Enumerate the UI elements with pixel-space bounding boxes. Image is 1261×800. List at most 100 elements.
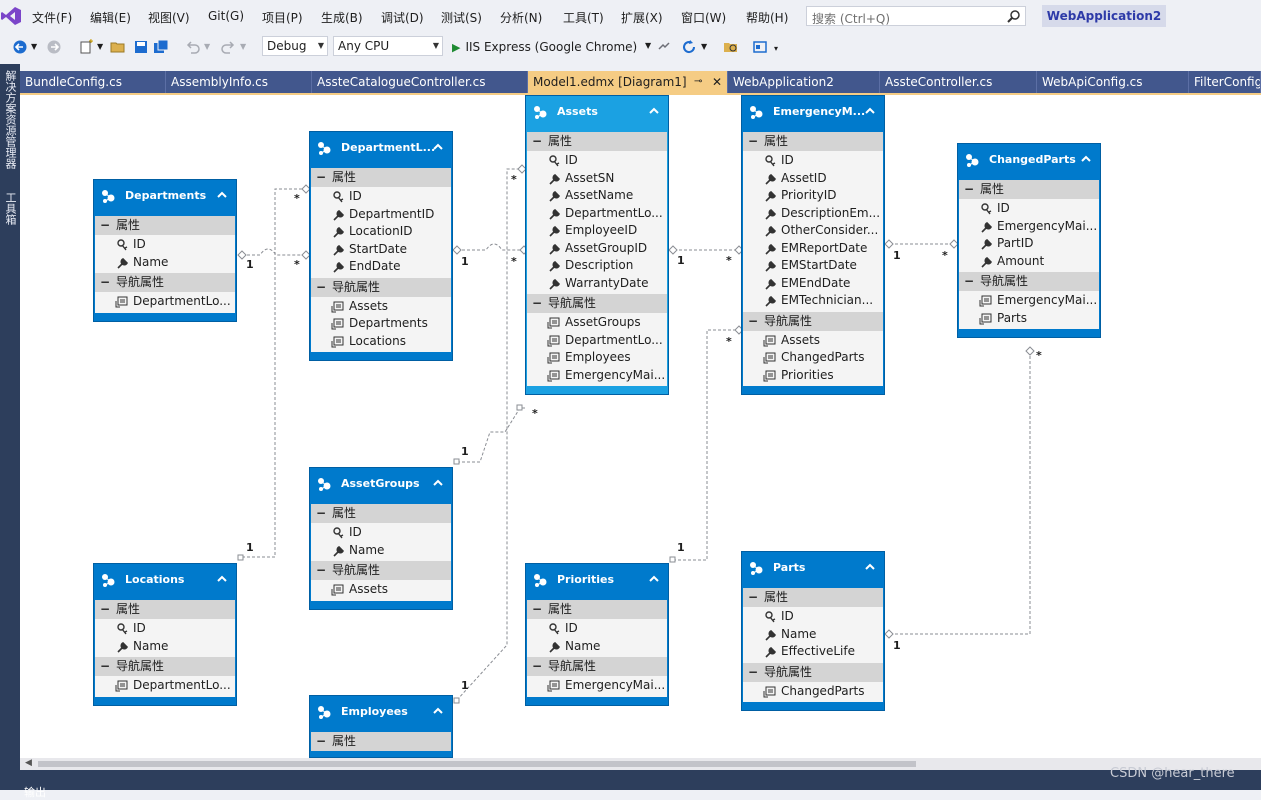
collapse-section-icon[interactable]: − (748, 588, 758, 607)
property-row[interactable]: ID (95, 620, 235, 638)
entity-header[interactable]: Departments (94, 180, 236, 216)
menu-item[interactable]: 工具(T) (563, 9, 604, 26)
properties-section-header[interactable]: − 属性 (743, 132, 883, 151)
collapse-section-icon[interactable]: − (532, 657, 542, 676)
menu-item[interactable]: 测试(S) (441, 9, 482, 26)
entity-header[interactable]: AssetGroups (310, 468, 452, 504)
property-row[interactable]: EndDate (311, 258, 451, 276)
property-row[interactable]: ID (311, 524, 451, 542)
properties-section-header[interactable]: − 属性 (743, 588, 883, 607)
tab-asstecataloguecontroller[interactable]: AssteCatalogueController.cs (312, 71, 528, 93)
property-row[interactable]: Name (527, 638, 667, 656)
menu-item[interactable]: 生成(B) (321, 9, 363, 26)
forward-icon[interactable] (46, 39, 62, 55)
entity-header[interactable]: EmergencyM... (742, 96, 884, 132)
property-row[interactable]: EMEndDate (743, 275, 883, 293)
navigation-property-row[interactable]: AssetGroups (527, 314, 667, 332)
navigation-section-header[interactable]: − 导航属性 (95, 273, 235, 292)
properties-section-header[interactable]: − 属性 (311, 504, 451, 523)
property-row[interactable]: PartID (959, 235, 1099, 253)
menu-item[interactable]: 文件(F) (32, 9, 72, 26)
navigation-property-row[interactable]: EmergencyMai... (527, 367, 667, 385)
navigation-section-header[interactable]: − 导航属性 (959, 272, 1099, 291)
output-tab[interactable]: 输出 (24, 784, 46, 800)
property-row[interactable]: DescriptionEm... (743, 205, 883, 223)
menu-item[interactable]: 帮助(H) (746, 9, 788, 26)
diagram-canvas[interactable]: 1 * * 1 1 * * 1 * 1 * 1 * 1 * 1 * 1 Depa… (20, 95, 1261, 758)
navigation-property-row[interactable]: Employees (527, 349, 667, 367)
navigation-section-header[interactable]: − 导航属性 (743, 311, 883, 331)
collapse-section-icon[interactable]: − (100, 216, 110, 235)
tab-assemblyinfo[interactable]: AssemblyInfo.cs (166, 71, 312, 93)
chevron-up-icon[interactable] (432, 141, 444, 153)
navigation-property-row[interactable]: Assets (311, 298, 451, 316)
collapse-section-icon[interactable]: − (316, 504, 326, 523)
navigation-section-header[interactable]: − 导航属性 (95, 657, 235, 676)
property-row[interactable]: AssetName (527, 187, 667, 205)
property-row[interactable]: ID (527, 152, 667, 170)
open-folder-icon[interactable] (110, 39, 126, 55)
undo-icon[interactable] (185, 39, 201, 55)
property-row[interactable]: EMStartDate (743, 257, 883, 275)
collapse-section-icon[interactable]: − (532, 600, 542, 619)
tab-bundleconfig[interactable]: BundleConfig.cs (20, 71, 166, 93)
properties-section-header[interactable]: − 属性 (95, 600, 235, 619)
collapse-section-icon[interactable]: − (748, 312, 758, 331)
collapse-section-icon[interactable]: − (316, 168, 326, 187)
collapse-section-icon[interactable]: − (100, 273, 110, 292)
scrollbar-thumb[interactable] (38, 761, 916, 767)
solution-explorer-tab[interactable]: 解决方案资源管理器 (2, 70, 17, 188)
navigation-section-header[interactable]: − 导航属性 (311, 277, 451, 297)
chevron-up-icon[interactable] (648, 573, 660, 585)
navigation-section-header[interactable]: − 导航属性 (743, 662, 883, 682)
toolbox-tab[interactable]: 工具箱 (2, 192, 17, 232)
entity-assets[interactable]: Assets − 属性 ID AssetSN AssetName DepartmentLo.… (525, 95, 669, 395)
property-row[interactable]: AssetSN (527, 170, 667, 188)
entity-header[interactable]: Parts (742, 552, 884, 588)
entity-header[interactable]: Employees (310, 696, 452, 732)
properties-section-header[interactable]: − 属性 (527, 132, 667, 151)
refresh-dropdown-icon[interactable]: ▼ (701, 42, 707, 51)
navigation-property-row[interactable]: Locations (311, 333, 451, 351)
search-input[interactable]: 搜索 (Ctrl+Q) (806, 6, 1026, 26)
property-row[interactable]: EmergencyMai... (959, 218, 1099, 236)
navigation-property-row[interactable]: ChangedParts (743, 349, 883, 367)
navigation-property-row[interactable]: Assets (311, 581, 451, 599)
menu-item[interactable]: 调试(D) (381, 9, 424, 26)
entity-assetgroups[interactable]: AssetGroups − 属性 ID Name − 导航属性 Assets (309, 467, 453, 610)
tab-model1-diagram[interactable]: Model1.edmx [Diagram1] ⊸ ✕ (528, 71, 728, 93)
properties-section-header[interactable]: − 属性 (95, 216, 235, 235)
entity-header[interactable]: ChangedParts (958, 144, 1100, 180)
navigation-property-row[interactable]: DepartmentLo... (95, 293, 235, 311)
scroll-left-icon[interactable]: ◀ (25, 758, 32, 768)
entity-departmentlocations[interactable]: DepartmentL... − 属性 ID DepartmentID LocationI… (309, 131, 453, 361)
chevron-up-icon[interactable] (432, 477, 444, 489)
entity-parts[interactable]: Parts − 属性 ID Name EffectiveLife − 导航属性 ChangedP… (741, 551, 885, 711)
navigation-property-row[interactable]: Parts (959, 310, 1099, 328)
property-row[interactable]: PriorityID (743, 187, 883, 205)
entity-header[interactable]: DepartmentL... (310, 132, 452, 168)
collapse-section-icon[interactable]: − (532, 132, 542, 151)
chevron-up-icon[interactable] (864, 105, 876, 117)
collapse-section-icon[interactable]: − (100, 657, 110, 676)
navigation-property-row[interactable]: DepartmentLo... (95, 677, 235, 695)
properties-section-header[interactable]: − 属性 (959, 180, 1099, 199)
menu-item[interactable]: Git(G) (208, 9, 244, 23)
navigation-property-row[interactable]: Departments (311, 315, 451, 333)
tab-webapplication2[interactable]: WebApplication2 (728, 71, 880, 93)
menu-item[interactable]: 编辑(E) (90, 9, 131, 26)
toolbar-overflow-icon[interactable]: ▾ (774, 44, 778, 53)
refresh-icon[interactable] (681, 39, 697, 55)
entity-header[interactable]: Locations (94, 564, 236, 600)
entity-header[interactable]: Assets (526, 96, 668, 132)
run-dropdown-icon[interactable]: ▼ (645, 41, 651, 50)
collapse-section-icon[interactable]: − (316, 561, 326, 580)
property-row[interactable]: EMTechnician... (743, 292, 883, 310)
property-row[interactable]: Amount (959, 253, 1099, 271)
chevron-up-icon[interactable] (216, 573, 228, 585)
collapse-section-icon[interactable]: − (964, 180, 974, 199)
tab-webapiconfig[interactable]: WebApiConfig.cs (1037, 71, 1189, 93)
navigation-property-row[interactable]: EmergencyMai... (527, 677, 667, 695)
property-row[interactable]: AssetGroupID (527, 240, 667, 258)
run-button[interactable]: ▶ IIS Express (Google Chrome) (452, 38, 637, 56)
